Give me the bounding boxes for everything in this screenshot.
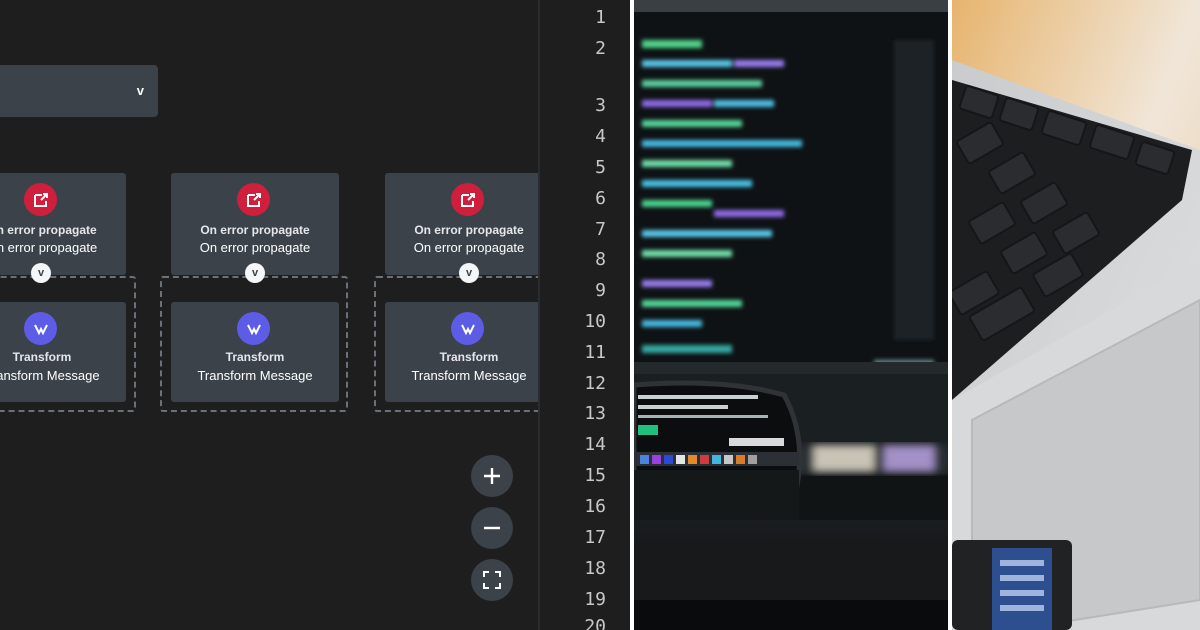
fit-to-screen-button[interactable] xyxy=(471,559,513,601)
laptop-keyboard-photo xyxy=(952,0,1200,630)
connector-chevron-icon[interactable]: v xyxy=(459,263,479,283)
line-number: 17 xyxy=(584,527,606,548)
card-title: On error propagate xyxy=(0,223,97,237)
line-number: 2 xyxy=(595,38,606,59)
transform-icon xyxy=(24,312,57,345)
transform-message-card[interactable]: Transform Transform Message xyxy=(0,302,126,402)
line-number-gutter: 1 2 3 4 5 6 7 8 9 10 11 12 13 14 15 16 1… xyxy=(540,0,632,630)
line-number: 5 xyxy=(595,157,606,178)
chevron-down-icon: v xyxy=(136,83,144,98)
line-number: 15 xyxy=(584,465,606,486)
card-subtitle: Transform Message xyxy=(0,368,100,383)
line-number: 7 xyxy=(595,219,606,240)
card-title: On error propagate xyxy=(200,223,310,237)
on-error-propagate-card[interactable]: On error propagate On error propagate xyxy=(385,173,538,275)
flow-canvas: v On error propagate On error propagate … xyxy=(0,0,538,630)
plus-icon xyxy=(484,468,500,484)
transform-icon xyxy=(451,312,484,345)
error-propagate-icon xyxy=(237,183,270,216)
line-number: 9 xyxy=(595,280,606,301)
card-title: On error propagate xyxy=(414,223,524,237)
line-number: 4 xyxy=(595,126,606,147)
card-subtitle: On error propagate xyxy=(413,240,525,255)
card-subtitle: On error propagate xyxy=(199,240,311,255)
line-number: 13 xyxy=(584,403,606,424)
transform-message-card[interactable]: Transform Transform Message xyxy=(385,302,538,402)
line-number: 3 xyxy=(595,95,606,116)
card-subtitle: Transform Message xyxy=(411,368,527,383)
line-number: 12 xyxy=(584,373,606,394)
line-number: 10 xyxy=(584,311,606,332)
line-number: 6 xyxy=(595,188,606,209)
error-propagate-icon xyxy=(451,183,484,216)
scope-dropdown[interactable]: v xyxy=(0,65,158,117)
monitor-with-glasses-image xyxy=(634,0,948,630)
transform-message-card[interactable]: Transform Transform Message xyxy=(171,302,339,402)
line-number: 19 xyxy=(584,589,606,610)
line-number: 14 xyxy=(584,434,606,455)
line-number: 20 xyxy=(584,616,606,630)
transform-icon xyxy=(237,312,270,345)
card-subtitle: Transform Message xyxy=(197,368,313,383)
zoom-in-button[interactable] xyxy=(471,455,513,497)
line-number: 1 xyxy=(595,7,606,28)
minus-icon xyxy=(484,526,500,530)
card-title: Transform xyxy=(439,350,499,364)
line-number: 8 xyxy=(595,249,606,270)
laptop-image xyxy=(952,0,1200,630)
on-error-propagate-card[interactable]: On error propagate On error propagate xyxy=(171,173,339,275)
line-number: 16 xyxy=(584,496,606,517)
line-number: 18 xyxy=(584,558,606,579)
card-title: Transform xyxy=(12,350,72,364)
connector-chevron-icon[interactable]: v xyxy=(31,263,51,283)
card-title: Transform xyxy=(225,350,285,364)
fullscreen-icon xyxy=(483,571,501,589)
line-number: 11 xyxy=(584,342,606,363)
code-on-monitor-photo xyxy=(634,0,948,630)
card-subtitle: On error propagate xyxy=(0,240,98,255)
zoom-out-button[interactable] xyxy=(471,507,513,549)
connector-chevron-icon[interactable]: v xyxy=(245,263,265,283)
on-error-propagate-card[interactable]: On error propagate On error propagate xyxy=(0,173,126,275)
error-propagate-icon xyxy=(24,183,57,216)
